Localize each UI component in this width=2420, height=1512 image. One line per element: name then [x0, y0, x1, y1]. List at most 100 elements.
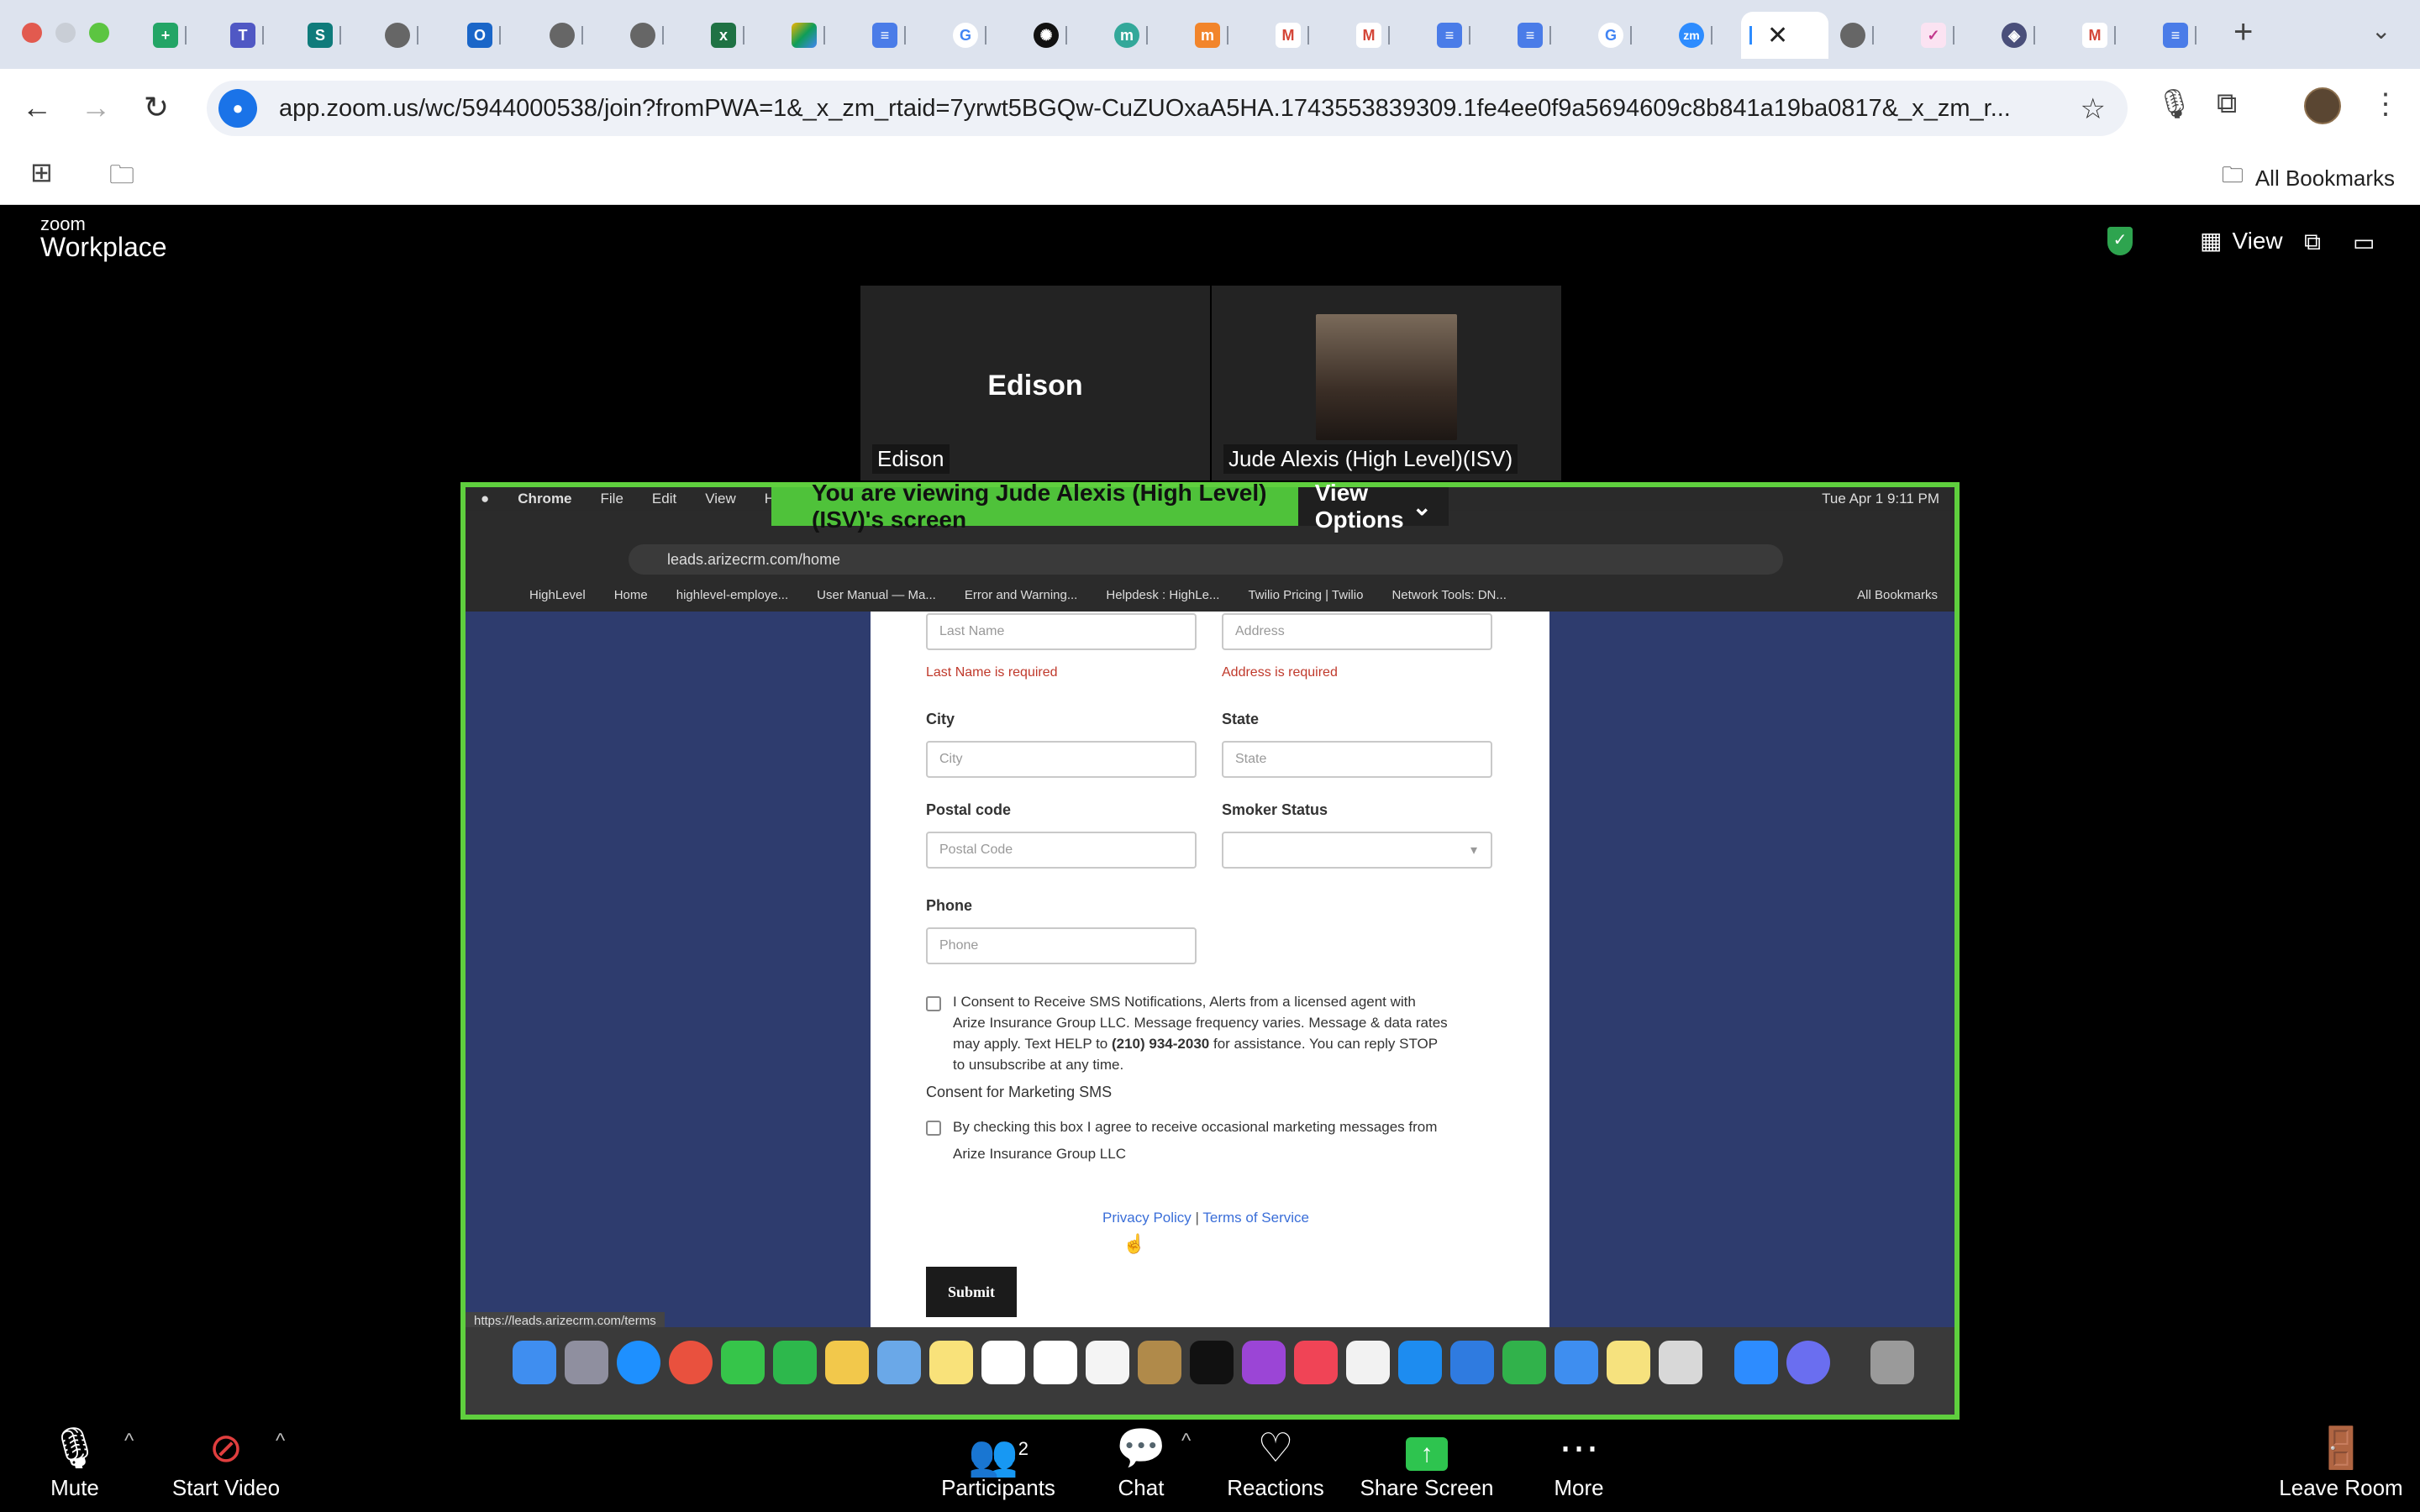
reactions-label: Reactions [1227, 1475, 1324, 1500]
browser-tab[interactable]: ≡ [2154, 12, 2230, 59]
microphone-indicator-icon[interactable]: ● [218, 89, 257, 128]
tab-search-chevron-icon[interactable]: ⌄ [2371, 17, 2391, 45]
close-tab-icon[interactable]: ✕ [1767, 21, 1788, 50]
podcasts-icon [1242, 1341, 1286, 1384]
zoom-header [0, 205, 2420, 282]
all-bookmarks-button[interactable]: 🗀 All Bookmarks [2222, 160, 2395, 197]
video-off-icon: ⊘ [208, 1426, 244, 1471]
view-label: View [2232, 227, 2283, 254]
leave-room-label: Leave Room [2279, 1475, 2403, 1500]
window-close-button[interactable] [22, 23, 42, 43]
browser-tab[interactable] [541, 12, 617, 59]
bookmark-star-icon[interactable]: ☆ [2081, 92, 2106, 126]
browser-tab[interactable]: G [1590, 12, 1665, 59]
video-options-caret-icon[interactable]: ^ [276, 1430, 285, 1453]
browser-tab[interactable]: x [702, 12, 778, 59]
browser-tab[interactable]: ✓ [1912, 12, 1988, 59]
microphone-icon[interactable]: 🎙 [2156, 87, 2192, 121]
participant-tile-jude[interactable]: Jude Alexis (High Level)(ISV) [1212, 286, 1561, 480]
participant-tile-edison[interactable]: Edison Edison [860, 286, 1210, 480]
chat-options-caret-icon[interactable]: ^ [1181, 1430, 1191, 1453]
m-app-icon: m [1114, 23, 1139, 48]
outlook-icon: O [467, 23, 492, 48]
browser-tab[interactable] [622, 12, 697, 59]
share-screen-button[interactable]: ↑ Share Screen [1360, 1423, 1494, 1501]
viewing-banner: You are viewing Jude Alexis (High Level)… [771, 480, 1449, 533]
browser-tab[interactable]: m [1106, 12, 1181, 59]
chat-button[interactable]: 💬 Chat [1109, 1423, 1173, 1501]
browser-tab[interactable]: ✺ [1025, 12, 1101, 59]
leave-room-button[interactable]: 🚪 Leave Room [2274, 1423, 2408, 1501]
facetime-icon [773, 1341, 817, 1384]
extensions-icon[interactable]: ⧉ [2217, 87, 2237, 120]
consent-text: may apply. Text HELP to [953, 1036, 1112, 1052]
browser-tab-active[interactable]: ✕ [1741, 12, 1828, 59]
browser-tab[interactable]: ≡ [1509, 12, 1585, 59]
browser-tab[interactable]: + [145, 12, 220, 59]
excel-icon: x [711, 23, 736, 48]
browser-tab[interactable]: G [944, 12, 1020, 59]
url-text[interactable]: app.zoom.us/wc/5944000538/join?fromPWA=1… [279, 95, 2077, 123]
forward-icon[interactable]: → [72, 84, 119, 131]
start-video-button[interactable]: ⊘ Start Video [171, 1423, 281, 1501]
view-options-button[interactable]: View Options ⌄ [1297, 480, 1449, 533]
back-icon[interactable]: ← [13, 84, 60, 131]
globe-icon [1840, 23, 1865, 48]
browser-tab[interactable]: S [299, 12, 375, 59]
shared-screen[interactable]: ● Chrome File Edit View Histo Tue Apr 1 … [460, 480, 1960, 1420]
zoom-icon: zm [1679, 23, 1704, 48]
audio-options-caret-icon[interactable]: ^ [124, 1430, 134, 1453]
browser-tab[interactable] [1832, 12, 1907, 59]
address-input: Address [1222, 613, 1492, 650]
view-button[interactable]: ▦ View [2200, 227, 2283, 255]
keynote-icon [1450, 1341, 1494, 1384]
browser-tab[interactable] [376, 12, 452, 59]
encryption-shield-icon[interactable]: ✓ [2107, 227, 2133, 255]
heart-icon: ♡ [1257, 1426, 1294, 1471]
chevron-down-icon: ⌄ [1412, 493, 1432, 520]
new-tab-icon[interactable]: + [2233, 13, 2253, 51]
browser-tab[interactable] [783, 12, 859, 59]
consent-text: for assistance. You can reply STOP [1209, 1036, 1439, 1052]
browser-tab[interactable]: T [222, 12, 297, 59]
participants-icon: 👥2 [967, 1434, 1028, 1478]
browser-tab[interactable]: ≡ [1428, 12, 1504, 59]
picture-in-picture-icon[interactable]: ⧉ [2304, 228, 2321, 256]
browser-tab[interactable]: ◈ [1993, 12, 2069, 59]
address-bar[interactable]: ● app.zoom.us/wc/5944000538/join?fromPWA… [207, 81, 2128, 136]
zoom-dock-icon [1734, 1341, 1778, 1384]
mac-clock: Tue Apr 1 9:11 PM [1822, 491, 1939, 507]
browser-tab[interactable]: O [459, 12, 534, 59]
chrome-menu-icon[interactable]: ⋮ [2371, 87, 2400, 121]
reactions-button[interactable]: ♡ Reactions [1225, 1423, 1326, 1501]
fullscreen-icon[interactable]: ▭ [2353, 228, 2375, 256]
menu-item: File [600, 491, 623, 507]
window-minimize-button[interactable] [55, 23, 76, 43]
browser-tab[interactable]: M [1267, 12, 1343, 59]
folder-icon[interactable]: 🗀 [109, 156, 134, 199]
browser-tab-strip: + T S O x ≡ G ✺ m m M M ≡ ≡ G zm ✕ ✓ ◈ M… [0, 0, 2420, 69]
browser-tab[interactable]: m [1186, 12, 1262, 59]
share-screen-label: Share Screen [1360, 1475, 1494, 1500]
apps-grid-icon[interactable]: ⊞ [30, 156, 53, 188]
sheets-icon: + [153, 23, 178, 48]
reload-icon[interactable]: ↻ [133, 84, 180, 131]
google-docs-icon: ≡ [2163, 23, 2188, 48]
more-button[interactable]: ⋯ More [1551, 1423, 1607, 1501]
sms-consent-checkbox [926, 996, 941, 1011]
marketing-consent-checkbox [926, 1121, 941, 1136]
participant-name-label: Jude Alexis (High Level)(ISV) [1223, 444, 1518, 474]
mute-label: Mute [50, 1475, 99, 1500]
browser-tab[interactable]: M [2074, 12, 2149, 59]
inner-bookmark: User Manual — Ma... [817, 587, 936, 602]
google-docs-icon: ≡ [1518, 23, 1543, 48]
mute-button[interactable]: 🎙 Mute [45, 1423, 104, 1501]
browser-tab[interactable]: zm [1670, 12, 1746, 59]
profile-avatar[interactable] [2304, 87, 2341, 124]
participants-button[interactable]: 👥2 Participants [938, 1423, 1059, 1501]
browser-tab[interactable]: M [1348, 12, 1423, 59]
browser-tab[interactable]: ≡ [864, 12, 939, 59]
inner-address-bar: leads.arizecrm.com/home [629, 544, 1783, 575]
window-zoom-button[interactable] [89, 23, 109, 43]
participants-count: 2 [1018, 1438, 1028, 1459]
